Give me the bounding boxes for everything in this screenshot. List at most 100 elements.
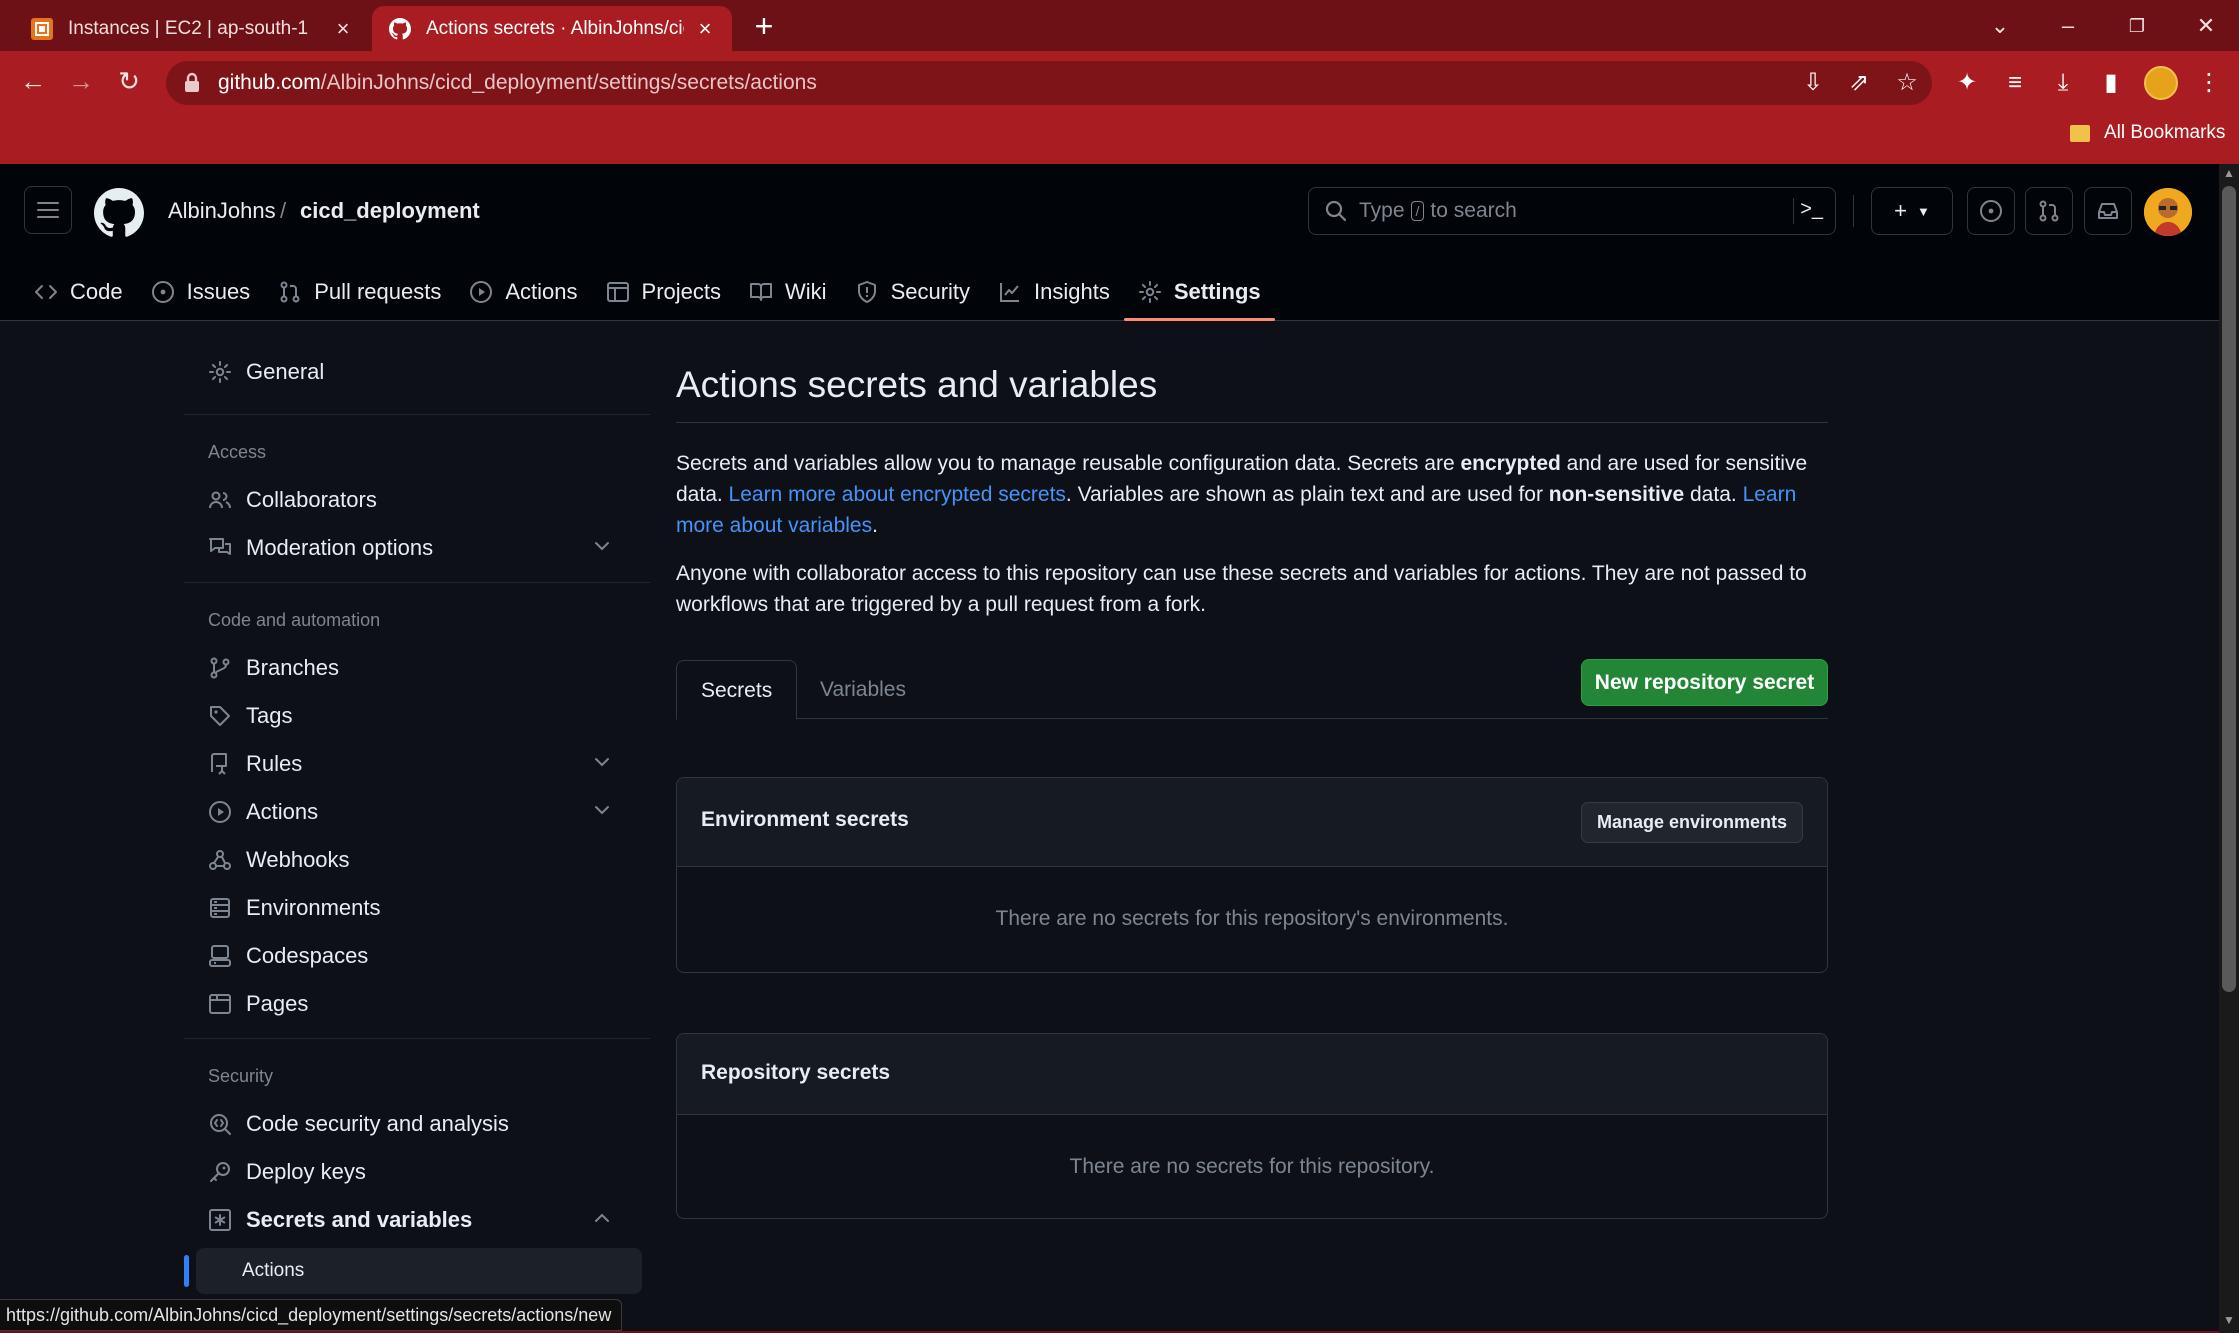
close-icon[interactable]: ×	[332, 17, 354, 40]
profile-avatar[interactable]	[2144, 66, 2178, 100]
scrollbar-thumb[interactable]	[2222, 186, 2236, 992]
tab-projects[interactable]: Projects	[592, 262, 735, 321]
create-new-button[interactable]: + ▼	[1871, 187, 1953, 235]
tab-issues[interactable]: Issues	[137, 262, 265, 321]
header-divider	[1853, 195, 1854, 227]
bookmark-star-icon[interactable]: ☆	[1890, 66, 1924, 100]
sidebar-item-environments[interactable]: Environments	[184, 886, 650, 930]
folder-icon	[2070, 124, 2090, 142]
sidebar-item-label: Webhooks	[246, 847, 350, 872]
hamburger-menu-button[interactable]	[24, 186, 72, 234]
user-avatar[interactable]	[2144, 188, 2192, 236]
tab-security[interactable]: Security	[841, 262, 984, 321]
scroll-up-icon[interactable]: ▲	[2222, 166, 2236, 180]
extensions-icon[interactable]: ✦	[1950, 66, 1984, 100]
chevron-down-icon	[595, 806, 609, 815]
sidebar-item-label: Actions	[246, 799, 319, 824]
people-icon	[209, 491, 231, 509]
table-icon	[606, 281, 629, 302]
branch-icon	[210, 657, 230, 679]
minimize-icon[interactable]: –	[2050, 8, 2086, 44]
sidebar-item-deploy-keys[interactable]: Deploy keys	[184, 1150, 650, 1194]
downloads-icon[interactable]: ⤓	[2046, 66, 2080, 100]
window-close-icon[interactable]: ✕	[2188, 8, 2224, 44]
plus-icon: +	[1894, 198, 1907, 223]
sidebar-heading-access: Access	[208, 442, 267, 462]
browser-tab-ec2[interactable]: Instances | EC2 | ap-south-1 ×	[14, 6, 370, 51]
address-bar[interactable]: github.com/AlbinJohns/cicd_deployment/se…	[166, 61, 1932, 105]
code-icon	[35, 284, 57, 299]
tab-search-icon[interactable]: ⌄	[1982, 8, 2018, 44]
sidebar-item-label: Moderation options	[246, 535, 434, 560]
breadcrumb-owner[interactable]: AlbinJohns	[168, 198, 276, 224]
sidebar-item-codespaces[interactable]: Codespaces	[184, 934, 650, 978]
media-icon[interactable]: ≡	[1998, 66, 2032, 100]
chevron-down-icon	[595, 758, 609, 767]
restore-icon[interactable]: ❐	[2119, 8, 2155, 44]
sidebar-item-moderation[interactable]: Moderation options	[184, 526, 650, 570]
tab-secrets[interactable]: Secrets	[676, 660, 798, 720]
tab-pull-requests[interactable]: Pull requests	[264, 262, 455, 321]
sidebar-item-label: Rules	[246, 751, 303, 776]
url-text: github.com/AlbinJohns/cicd_deployment/se…	[218, 71, 817, 94]
breadcrumb-repo[interactable]: cicd_deployment	[300, 198, 480, 224]
codescan-icon	[210, 1114, 231, 1135]
browser-tab-github[interactable]: Actions secrets · AlbinJohns/cicd_deploy…	[372, 6, 732, 51]
divider	[184, 582, 650, 583]
gear-icon	[1138, 280, 1161, 303]
reload-icon[interactable]: ↻	[112, 64, 146, 98]
manage-environments-button[interactable]: Manage environments	[1581, 802, 1803, 843]
tab-wiki[interactable]: Wiki	[735, 262, 841, 321]
aws-icon	[30, 17, 54, 41]
back-icon[interactable]: ←	[16, 64, 50, 98]
all-bookmarks[interactable]: All Bookmarks	[2070, 122, 2225, 144]
sidebar-item-branches[interactable]: Branches	[184, 646, 650, 690]
learn-more-secrets-link[interactable]: Learn more about encrypted secrets	[729, 483, 1066, 506]
tab-label: Pull requests	[314, 278, 442, 304]
tab-insights[interactable]: Insights	[984, 262, 1124, 321]
new-tab-button[interactable]: +	[748, 10, 780, 43]
comment-discussion-icon	[209, 538, 231, 555]
sidebar-item-general[interactable]: General	[184, 350, 650, 394]
sidebar-item-tags[interactable]: Tags	[184, 694, 650, 738]
sidebar-item-collaborators[interactable]: Collaborators	[184, 478, 650, 522]
gear-icon	[209, 361, 231, 383]
sidebar-item-webhooks[interactable]: Webhooks	[184, 838, 650, 882]
command-palette-icon[interactable]: >_	[1793, 198, 1823, 224]
close-icon[interactable]: ×	[694, 17, 716, 40]
sidebar-item-secrets-variables[interactable]: Secrets and variables	[184, 1198, 650, 1242]
sidebar-item-pages[interactable]: Pages	[184, 982, 650, 1026]
pull-requests-button[interactable]	[2025, 187, 2073, 235]
sidebar-item-actions[interactable]: Actions	[184, 790, 650, 834]
search-input[interactable]: Type / to search >_	[1308, 187, 1836, 235]
sidebar-item-rules[interactable]: Rules	[184, 742, 650, 786]
install-app-icon[interactable]: ⇩	[1796, 66, 1830, 100]
issues-button[interactable]	[1967, 187, 2015, 235]
repo-navigation: Code Issues Pull requests Actions Projec…	[0, 262, 1275, 321]
tab-code[interactable]: Code	[20, 262, 137, 321]
sidebar-item-label: Pages	[246, 991, 309, 1016]
sidebar-heading-security: Security	[208, 1066, 274, 1086]
tab-variables[interactable]: Variables	[796, 660, 930, 720]
sidebar-item-label: Code security and analysis	[246, 1111, 509, 1136]
scroll-down-icon[interactable]: ▼	[2222, 1313, 2236, 1327]
new-repository-secret-button[interactable]: New repository secret	[1581, 659, 1828, 706]
sidebar-item-label: Branches	[246, 655, 339, 680]
sidebar-subitem-actions-secrets[interactable]: Actions	[196, 1248, 642, 1294]
chevron-up-icon	[595, 1213, 609, 1222]
lock-icon	[185, 72, 199, 92]
webhook-icon	[209, 850, 231, 870]
forward-icon[interactable]: →	[64, 64, 98, 98]
search-placeholder-prefix: Type	[1359, 199, 1405, 222]
inbox-button[interactable]	[2084, 187, 2132, 235]
github-logo-icon[interactable]	[94, 188, 144, 238]
side-panel-icon[interactable]: ▮	[2094, 66, 2128, 100]
tab-actions[interactable]: Actions	[455, 262, 591, 321]
menu-kebab-icon[interactable]: ⋮	[2192, 66, 2226, 100]
tab-settings[interactable]: Settings	[1123, 262, 1275, 321]
pull-request-icon	[2039, 200, 2059, 222]
sidebar-item-code-security[interactable]: Code security and analysis	[184, 1102, 650, 1146]
share-icon[interactable]: ⇗	[1842, 66, 1876, 100]
browser-tab-title: Instances | EC2 | ap-south-1	[68, 17, 309, 39]
browser-tab-title: Actions secrets · AlbinJohns/cicd_deploy…	[426, 17, 684, 39]
